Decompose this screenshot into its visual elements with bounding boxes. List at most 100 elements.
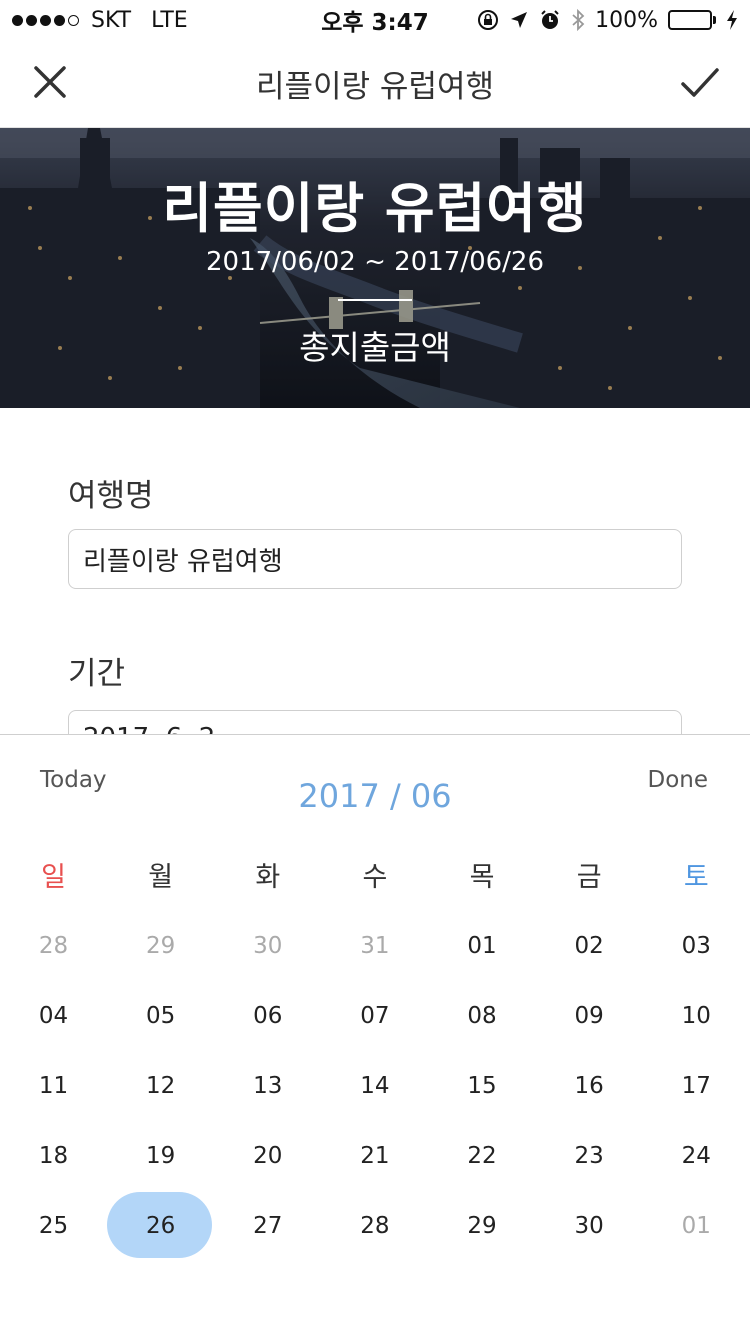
calendar-day[interactable]: 29 [429, 1191, 536, 1261]
location-arrow-icon [511, 12, 528, 28]
calendar-day[interactable]: 21 [321, 1121, 428, 1191]
calendar-day[interactable]: 03 [643, 911, 750, 981]
calendar-day-label: 12 [146, 1073, 176, 1099]
calendar-day-label: 20 [253, 1143, 283, 1169]
calendar-day-label: 11 [38, 1073, 69, 1099]
calendar-day-label: 26 [146, 1213, 176, 1239]
calendar-day-label: 29 [467, 1213, 497, 1239]
calendar-day-label: 30 [574, 1213, 604, 1239]
trip-cover-dates: 2017/06/02 ~ 2017/06/26 [205, 247, 545, 277]
calendar-day[interactable]: 19 [107, 1121, 214, 1191]
calendar-day[interactable]: 07 [321, 981, 428, 1051]
navigation-bar: 리플이랑 유럽여행 [0, 40, 750, 128]
calendar-day[interactable]: 15 [429, 1051, 536, 1121]
calendar-day[interactable]: 23 [536, 1121, 643, 1191]
calendar-day-label: 31 [360, 933, 390, 959]
trip-cover-banner: 리플이랑 유럽여행 2017/06/02 ~ 2017/06/26 총지출금액 [0, 128, 750, 408]
divider [338, 299, 412, 301]
trip-cover-title: 리플이랑 유럽여행 [162, 177, 588, 240]
calendar-day[interactable]: 01 [429, 911, 536, 981]
calendar-day-label: 06 [253, 1003, 283, 1029]
calendar-day-label: 28 [38, 933, 69, 959]
bluetooth-icon [572, 8, 585, 32]
calendar-day[interactable]: 04 [0, 981, 107, 1051]
trip-name-label: 여행명 [68, 478, 154, 514]
calendar-day-label: 22 [467, 1143, 497, 1169]
calendar-day[interactable]: 27 [214, 1191, 321, 1261]
signal-strength-icon [12, 14, 79, 26]
calendar-day[interactable]: 30 [536, 1191, 643, 1261]
calendar-day[interactable]: 20 [214, 1121, 321, 1191]
calendar-day-label: 23 [574, 1143, 604, 1169]
calendar-day[interactable]: 05 [107, 981, 214, 1051]
calendar-day[interactable]: 14 [321, 1051, 428, 1121]
calendar-day[interactable]: 31 [321, 911, 428, 981]
weekday-wed: 수 [362, 862, 388, 893]
calendar-day[interactable]: 30 [214, 911, 321, 981]
period-label: 기간 [68, 656, 126, 692]
calendar-day-label: 18 [38, 1143, 69, 1169]
battery-icon [668, 10, 716, 30]
charging-bolt-icon [727, 10, 737, 30]
alarm-icon [541, 10, 559, 29]
calendar-day[interactable]: 24 [643, 1121, 750, 1191]
calendar-day-label: 08 [467, 1003, 497, 1029]
calendar-day[interactable]: 11 [0, 1051, 107, 1121]
calendar-day[interactable]: 10 [643, 981, 750, 1051]
calendar-day-label: 28 [360, 1213, 390, 1239]
picker-month: 2017 / 06 [298, 777, 452, 815]
carrier-name: SKT [91, 7, 132, 33]
calendar-day[interactable]: 08 [429, 981, 536, 1051]
weekday-tue: 화 [255, 862, 281, 893]
calendar-day-label: 25 [38, 1213, 69, 1239]
weekday-header: 일 월 화 수 목 금 토 [0, 855, 750, 894]
rotation-lock-icon [478, 10, 499, 30]
calendar-day-label: 19 [146, 1143, 176, 1169]
calendar-day[interactable]: 12 [107, 1051, 214, 1121]
calendar-day[interactable]: 09 [536, 981, 643, 1051]
calendar-day-label: 03 [681, 933, 711, 959]
calendar-day[interactable]: 22 [429, 1121, 536, 1191]
calendar-day-label: 13 [253, 1073, 283, 1099]
calendar-day-label: 02 [574, 933, 604, 959]
done-button[interactable]: Done [647, 767, 708, 793]
calendar-day[interactable]: 29 [107, 911, 214, 981]
calendar-day[interactable]: 25 [0, 1191, 107, 1261]
calendar-day[interactable]: 18 [0, 1121, 107, 1191]
calendar-day-label: 16 [574, 1073, 604, 1099]
calendar-days: 28 29 30 31 01 02 03 04 05 06 07 08 09 10 11 12 13 14 15 16… [0, 911, 750, 1261]
check-icon[interactable] [678, 62, 722, 102]
trip-name-input[interactable]: 리플이랑 유럽여행 [68, 529, 682, 589]
network-type: LTE [151, 7, 188, 33]
calendar-day-label: 10 [681, 1003, 711, 1029]
calendar-day-label: 01 [467, 933, 497, 959]
calendar-day[interactable]: 01 [643, 1191, 750, 1261]
calendar-day-label: 27 [253, 1213, 283, 1239]
calendar-day-selected[interactable]: 26 [107, 1191, 214, 1261]
status-right: 100% [477, 8, 738, 33]
calendar-day-label: 01 [681, 1213, 711, 1239]
calendar-day[interactable]: 28 [0, 911, 107, 981]
calendar-day[interactable]: 06 [214, 981, 321, 1051]
calendar-day[interactable]: 17 [643, 1051, 750, 1121]
status-left: SKT LTE [12, 8, 188, 33]
calendar-day-label: 04 [38, 1003, 69, 1029]
calendar-day-label: 29 [146, 933, 176, 959]
calendar-day-label: 21 [360, 1143, 390, 1169]
calendar-day[interactable]: 02 [536, 911, 643, 981]
nav-title: 리플이랑 유럽여행 [255, 69, 494, 105]
calendar-day[interactable]: 16 [536, 1051, 643, 1121]
battery-percent: 100% [595, 7, 658, 33]
calendar-day-label: 09 [574, 1003, 604, 1029]
calendar-day[interactable]: 13 [214, 1051, 321, 1121]
total-expense-label: 총지출금액 [299, 328, 451, 367]
close-icon[interactable] [30, 62, 70, 102]
calendar-day-label: 24 [681, 1143, 711, 1169]
status-bar: SKT LTE 오후 3:47 100% [0, 0, 750, 40]
calendar-day-label: 30 [253, 933, 283, 959]
weekday-fri: 금 [576, 862, 602, 893]
calendar-day-label: 05 [146, 1003, 176, 1029]
calendar-day[interactable]: 28 [321, 1191, 428, 1261]
date-picker: Today 2017 / 06 Done 일 월 화 수 목 금 토 28 29 3… [0, 734, 750, 1334]
weekday-thu: 목 [469, 862, 495, 893]
